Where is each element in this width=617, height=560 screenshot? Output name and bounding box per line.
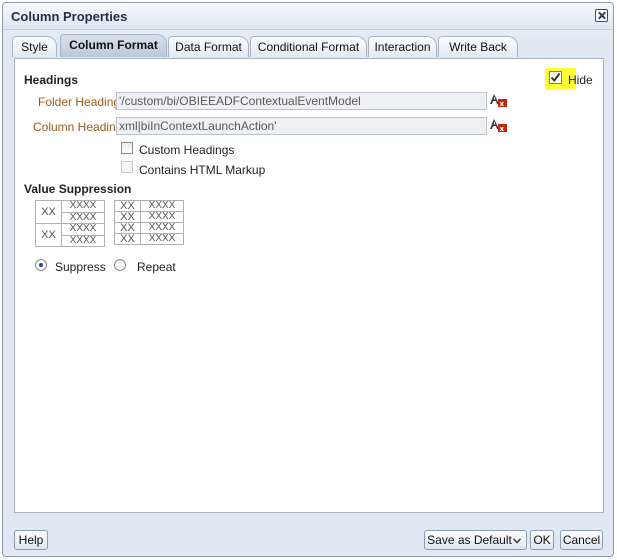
sample-cell: XXXX [61,211,105,224]
repeat-label: Repeat [137,260,176,274]
edit-formula-icon[interactable]: x [489,92,507,108]
save-as-default-label: Save as Default [427,533,512,547]
folder-heading-field[interactable]: '/custom/bi/OBIEEADFContextualEventModel [116,92,487,110]
title-bar: Column Properties [3,3,613,30]
repeat-radio[interactable] [114,259,126,271]
headings-section-title: Headings [24,73,79,87]
sample-cell: XX [114,211,141,223]
value-suppression-title: Value Suppression [24,182,132,196]
sample-cell: XX [114,222,141,234]
hide-label: Hide [568,73,593,87]
sample-cell: XXXX [140,200,184,212]
tab-interaction[interactable]: Interaction [368,36,437,57]
column-heading-field[interactable]: xml|biInContextLaunchAction' [116,117,487,135]
close-icon[interactable] [595,9,608,22]
sample-cell: XXXX [61,200,105,213]
edit-formula-icon[interactable]: x [489,117,507,133]
folder-heading-label: Folder Heading [38,95,121,109]
sample-cell: XX [114,200,141,212]
hide-checkbox[interactable] [549,71,562,84]
tab-column-format[interactable]: Column Format [60,34,167,57]
sample-cell: XX [114,233,141,245]
contains-html-checkbox[interactable] [121,161,133,173]
suppress-sample-table: XX XXXX XXXX XX XXXX XXXX [35,200,105,247]
sample-cell: XXXX [140,222,184,234]
suppress-radio[interactable] [35,259,47,271]
save-as-default-button[interactable]: Save as Default [424,530,527,550]
checkmark-icon [550,72,561,83]
tab-data-format[interactable]: Data Format [168,36,249,57]
chevron-down-icon [513,538,521,544]
suppress-label: Suppress [55,260,106,274]
svg-text:x: x [500,125,505,133]
ok-button[interactable]: OK [530,530,554,550]
column-heading-label: Column Heading [33,120,123,134]
tab-conditional-format[interactable]: Conditional Format [250,36,367,57]
svg-text:x: x [500,100,505,108]
sample-cell: XXXX [61,223,105,236]
sample-cell: XX [35,223,62,247]
custom-headings-checkbox[interactable] [121,142,133,154]
tab-style[interactable]: Style [12,36,57,57]
cancel-button[interactable]: Cancel [560,530,603,550]
help-button[interactable]: Help [14,530,48,550]
sample-cell: XX [35,200,62,224]
custom-headings-label: Custom Headings [139,143,235,157]
dialog-title: Column Properties [11,9,128,24]
sample-cell: XXXX [140,233,184,245]
sample-cell: XXXX [140,211,184,223]
tab-write-back[interactable]: Write Back [438,36,518,57]
contains-html-label: Contains HTML Markup [139,163,266,177]
sample-cell: XXXX [61,234,105,247]
repeat-sample-table: XX XXXX XX XXXX XX XXXX XX XXXX [114,200,184,245]
